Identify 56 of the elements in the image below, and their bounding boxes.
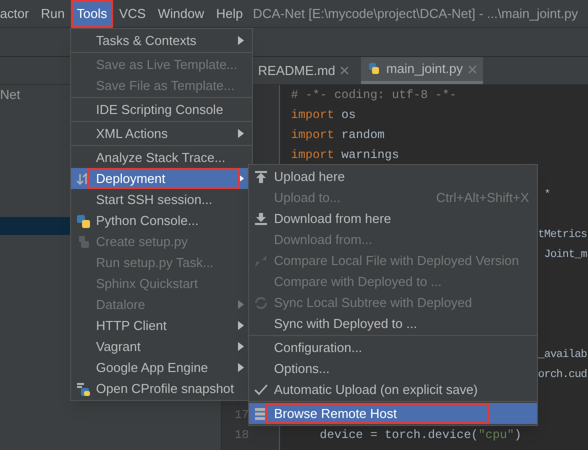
menu-item[interactable]: Python Console... <box>71 210 252 231</box>
shortcut-label: Ctrl+Alt+Shift+X <box>436 188 529 207</box>
editor-tab[interactable]: README.md <box>252 57 356 84</box>
close-icon <box>340 66 350 75</box>
code-line: Joint_m <box>543 248 587 263</box>
menu-item[interactable]: Google App Engine <box>71 357 252 378</box>
code-line: import warnings <box>291 147 400 164</box>
code-line: import random <box>291 127 385 144</box>
menu-item[interactable]: Vagrant <box>71 336 252 357</box>
submenu-arrow-icon <box>238 174 244 183</box>
download-icon <box>254 212 268 226</box>
submenu-arrow-icon <box>238 129 244 138</box>
python-file-icon <box>367 62 382 76</box>
upload-icon <box>254 170 268 184</box>
menu-item[interactable]: Start SSH session... <box>71 189 252 210</box>
menu-item[interactable]: IDE Scripting Console <box>71 99 252 120</box>
menu-item[interactable]: XML Actions <box>71 123 252 144</box>
menu-item[interactable]: Analyze Stack Trace... <box>71 147 252 168</box>
menu-item[interactable]: VCS <box>113 0 152 28</box>
menu-item[interactable]: Options... <box>249 358 537 379</box>
selected-row-highlight <box>0 217 70 235</box>
code-line: device = torch.device("cpu") <box>318 427 522 444</box>
menu-item[interactable]: actor <box>0 0 35 28</box>
editor-tab[interactable]: main_joint.py <box>361 57 483 84</box>
menu-item[interactable]: Window <box>152 0 210 28</box>
checkmark-icon <box>254 382 268 396</box>
arrows-icon <box>254 254 268 268</box>
menu-item[interactable]: Browse Remote Host <box>249 403 537 424</box>
menu-item[interactable]: HTTP Client <box>71 315 252 336</box>
menu-item[interactable]: Run <box>34 0 71 28</box>
code-line: # -*- coding: utf-8 -*- <box>291 87 457 104</box>
server-icon <box>254 406 268 420</box>
submenu-arrow-icon <box>238 36 244 45</box>
menu-item[interactable]: Download from here <box>249 208 537 229</box>
close-icon <box>468 64 477 74</box>
code-line: _availab <box>538 348 587 363</box>
code-line: tMetrics <box>538 228 587 243</box>
menu-item[interactable]: Sync with Deployed to ... <box>249 313 537 334</box>
submenu-arrow-icon <box>238 342 244 351</box>
menu-item[interactable]: Tasks & Contexts <box>71 30 252 51</box>
code-line: orch.cud <box>538 368 587 383</box>
submenu-arrow-icon <box>238 300 244 309</box>
up-down-arrows-icon <box>76 172 90 186</box>
code-line: * <box>543 188 550 203</box>
menu-item[interactable]: Tools <box>70 0 114 28</box>
menu-item[interactable]: Help <box>210 0 249 28</box>
menu-item[interactable]: Automatic Upload (on explicit save) <box>249 379 537 400</box>
menu-item[interactable]: Configuration... <box>249 337 537 358</box>
menu-item[interactable]: Upload here <box>249 166 537 187</box>
sync-icon <box>254 296 268 310</box>
menu-item[interactable]: Open CProfile snapshot <box>71 378 252 399</box>
tree-item[interactable]: Net <box>0 85 20 105</box>
submenu-arrow-icon <box>238 363 244 372</box>
code-line: import os <box>291 107 356 124</box>
window-title: DCA-Net [E:\mycode\project\DCA-Net] - ...\main_joint.py <box>252 4 578 23</box>
submenu-arrow-icon <box>238 321 244 330</box>
